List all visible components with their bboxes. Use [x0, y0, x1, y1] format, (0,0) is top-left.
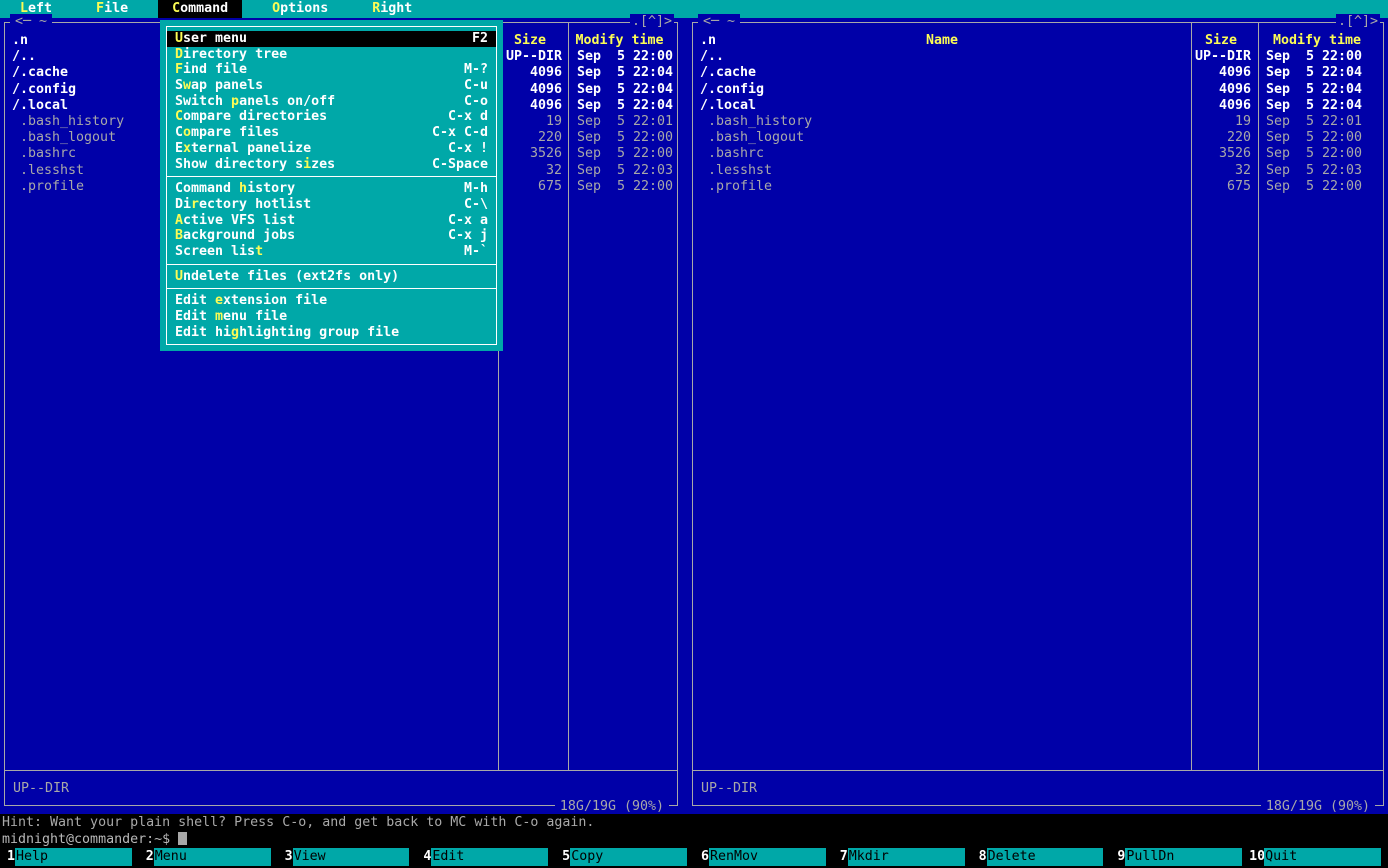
menu-item-compare-files[interactable]: Compare filesC-x C-d	[167, 125, 496, 141]
mini-status: UP--DIR	[701, 781, 757, 796]
menu-item-directory-hotlist[interactable]: Directory hotlistC-\	[167, 197, 496, 213]
menu-bar: Left File Command Options Right	[0, 0, 1388, 18]
fkey-quit-button[interactable]: 10Quit	[1249, 848, 1388, 866]
menu-item-swap-panels[interactable]: Swap panelsC-u	[167, 78, 496, 94]
menu-item-switch-panels-on-off[interactable]: Switch panels on/offC-o	[167, 94, 496, 110]
menu-command[interactable]: Command	[158, 0, 242, 18]
file-row[interactable]: /.cache4096Sep 5 22:04	[693, 65, 1383, 81]
fkey-view-button[interactable]: 3View	[278, 848, 417, 866]
menu-item-active-vfs-list[interactable]: Active VFS listC-x a	[167, 213, 496, 229]
menu-file[interactable]: File	[82, 0, 142, 18]
function-key-bar: 1Help 2Menu 3View 4Edit 5Copy 6RenMov 7M…	[0, 848, 1388, 866]
file-row[interactable]: /.config4096Sep 5 22:04	[693, 82, 1383, 98]
column-header-size[interactable]: Size	[498, 33, 562, 49]
menu-item-edit-extension-file[interactable]: Edit extension file	[167, 293, 496, 309]
fkey-delete-button[interactable]: 8Delete	[972, 848, 1111, 866]
column-header-mtime[interactable]: Modify time	[1251, 33, 1383, 49]
file-row[interactable]: .bash_logout220Sep 5 22:00	[693, 130, 1383, 146]
file-row-updir[interactable]: /..UP--DIRSep 5 22:00	[693, 49, 1383, 65]
fkey-copy-button[interactable]: 5Copy	[555, 848, 694, 866]
history-back-icon[interactable]: <─	[15, 14, 31, 29]
free-space-indicator: 18G/19G (90%)	[1261, 799, 1375, 814]
right-panel-title: <─ ~	[698, 14, 740, 29]
left-panel-path[interactable]: ~	[39, 14, 47, 29]
shell-prompt: midnight@commander:~$	[2, 832, 170, 847]
menu-item-directory-tree[interactable]: Directory tree	[167, 47, 496, 63]
fkey-help-button[interactable]: 1Help	[0, 848, 139, 866]
mini-status-separator	[693, 770, 1383, 771]
right-panel: <─ ~ .[^]> .nName Size Modify time /..UP…	[692, 22, 1384, 806]
history-back-icon[interactable]: <─	[703, 14, 719, 29]
menu-item-show-directory-sizes[interactable]: Show directory sizesC-Space	[167, 157, 496, 173]
column-header-size[interactable]: Size	[1191, 33, 1251, 49]
column-separator	[1258, 23, 1259, 771]
file-row[interactable]: .profile675Sep 5 22:00	[693, 179, 1383, 195]
column-header-mtime[interactable]: Modify time	[562, 33, 677, 49]
menu-item-edit-highlighting-group-file[interactable]: Edit highlighting group file	[167, 325, 496, 341]
file-row[interactable]: .bashrc3526Sep 5 22:00	[693, 146, 1383, 162]
mini-status-separator	[5, 770, 677, 771]
mini-status: UP--DIR	[13, 781, 69, 796]
midnight-commander-screen: Left File Command Options Right <─ ~ .[^…	[0, 0, 1388, 868]
file-row[interactable]: /.local4096Sep 5 22:04	[693, 98, 1383, 114]
menu-right[interactable]: Right	[358, 0, 426, 18]
up-dir-icon[interactable]: .[^]>	[630, 14, 674, 29]
fkey-pulldn-button[interactable]: 9PullDn	[1110, 848, 1249, 866]
hint-line: Hint: Want your plain shell? Press C-o, …	[0, 814, 1388, 831]
menu-item-screen-list[interactable]: Screen listM-`	[167, 244, 496, 260]
command-menu-dropdown: User menuF2 Directory tree Find fileM-? …	[160, 20, 503, 351]
menu-item-compare-directories[interactable]: Compare directoriesC-x d	[167, 109, 496, 125]
right-file-list: .nName Size Modify time /..UP--DIRSep 5 …	[693, 33, 1383, 195]
menu-item-user-menu[interactable]: User menuF2	[167, 31, 496, 47]
fkey-renmov-button[interactable]: 6RenMov	[694, 848, 833, 866]
right-header-row: .nName Size Modify time	[693, 33, 1383, 49]
right-panel-path[interactable]: ~	[727, 14, 735, 29]
command-line[interactable]: midnight@commander:~$	[0, 831, 1388, 848]
up-dir-icon[interactable]: .[^]>	[1336, 14, 1380, 29]
menu-options[interactable]: Options	[258, 0, 342, 18]
fkey-menu-button[interactable]: 2Menu	[139, 848, 278, 866]
column-header-name[interactable]: Name	[693, 33, 1191, 49]
menu-item-background-jobs[interactable]: Background jobsC-x j	[167, 228, 496, 244]
file-row[interactable]: .lesshst32Sep 5 22:03	[693, 163, 1383, 179]
menu-item-find-file[interactable]: Find fileM-?	[167, 62, 496, 78]
column-separator	[1191, 23, 1192, 771]
menu-item-external-panelize[interactable]: External panelizeC-x !	[167, 141, 496, 157]
menu-item-undelete-files[interactable]: Undelete files (ext2fs only)	[167, 269, 496, 285]
left-panel-title: <─ ~	[10, 14, 52, 29]
fkey-edit-button[interactable]: 4Edit	[416, 848, 555, 866]
file-row[interactable]: .bash_history19Sep 5 22:01	[693, 114, 1383, 130]
column-separator	[568, 23, 569, 771]
menu-item-edit-menu-file[interactable]: Edit menu file	[167, 309, 496, 325]
menu-item-command-history[interactable]: Command historyM-h	[167, 181, 496, 197]
fkey-mkdir-button[interactable]: 7Mkdir	[833, 848, 972, 866]
cursor-block	[178, 832, 187, 845]
free-space-indicator: 18G/19G (90%)	[555, 799, 669, 814]
